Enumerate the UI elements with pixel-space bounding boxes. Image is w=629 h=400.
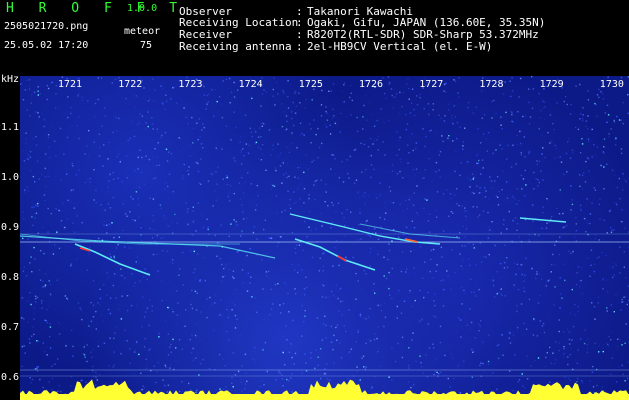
- y-tick-label: 0.9: [1, 222, 20, 233]
- x-tick-label: 1727: [419, 79, 444, 90]
- y-axis-unit: kHz: [1, 74, 20, 85]
- meteor-trail: [359, 223, 461, 239]
- location-colon: :: [296, 16, 303, 29]
- meteor-trails-layer: [20, 213, 567, 276]
- spectrogram-canvas: [20, 76, 629, 400]
- noise-layer: [20, 76, 629, 400]
- meteor-trail: [337, 255, 347, 262]
- meteor-trail: [20, 235, 276, 259]
- x-tick-label: 1725: [298, 79, 323, 90]
- x-tick-label: 1729: [539, 79, 564, 90]
- y-tick-label: 1.1: [1, 122, 20, 133]
- meteor-trail: [519, 217, 567, 223]
- mode-label: meteor: [124, 26, 161, 37]
- file-name: 2505021720.png: [4, 21, 89, 32]
- antenna-label: Receiving antenna: [179, 40, 292, 53]
- meteor-trail: [74, 243, 151, 276]
- y-tick-label: 0.6: [1, 372, 20, 383]
- meteor-trail: [294, 238, 376, 271]
- datetime-stamp: 25.05.02 17:20: [4, 40, 89, 51]
- x-tick-label: 1721: [58, 79, 83, 90]
- spectrogram-panel: [20, 76, 629, 400]
- receiver-colon: :: [296, 28, 303, 41]
- x-tick-label: 1723: [178, 79, 203, 90]
- noise-floor: [20, 394, 629, 400]
- carrier-lines-layer: [20, 233, 629, 377]
- meteor-trail: [289, 213, 441, 245]
- x-tick-label: 1724: [238, 79, 263, 90]
- y-tick-label: 1.0: [1, 172, 20, 183]
- header-panel: H R O F F T 1.0.0 2505021720.png meteor …: [0, 0, 629, 76]
- x-tick-label: 1730: [599, 79, 624, 90]
- app-version: 1.0.0: [127, 3, 158, 14]
- receiver-value: R820T2(RTL-SDR) SDR-Sharp 53.372MHz: [307, 28, 539, 41]
- x-tick-label: 1728: [479, 79, 504, 90]
- antenna-colon: :: [296, 40, 303, 53]
- receiver-label: Receiver: [179, 28, 232, 41]
- location-value: Ogaki, Gifu, JAPAN (136.60E, 35.35N): [307, 16, 546, 29]
- antenna-value: 2el-HB9CV Vertical (el. E-W): [307, 40, 493, 53]
- app-title: H R O F F T: [6, 1, 186, 16]
- y-tick-label: 0.8: [1, 272, 20, 283]
- x-tick-label: 1722: [118, 79, 143, 90]
- meteor-count: 75: [140, 40, 153, 51]
- location-label: Receiving Location: [179, 16, 299, 29]
- y-tick-label: 0.7: [1, 322, 20, 333]
- noise-burst-layer: [20, 379, 629, 400]
- x-tick-label: 1726: [359, 79, 384, 90]
